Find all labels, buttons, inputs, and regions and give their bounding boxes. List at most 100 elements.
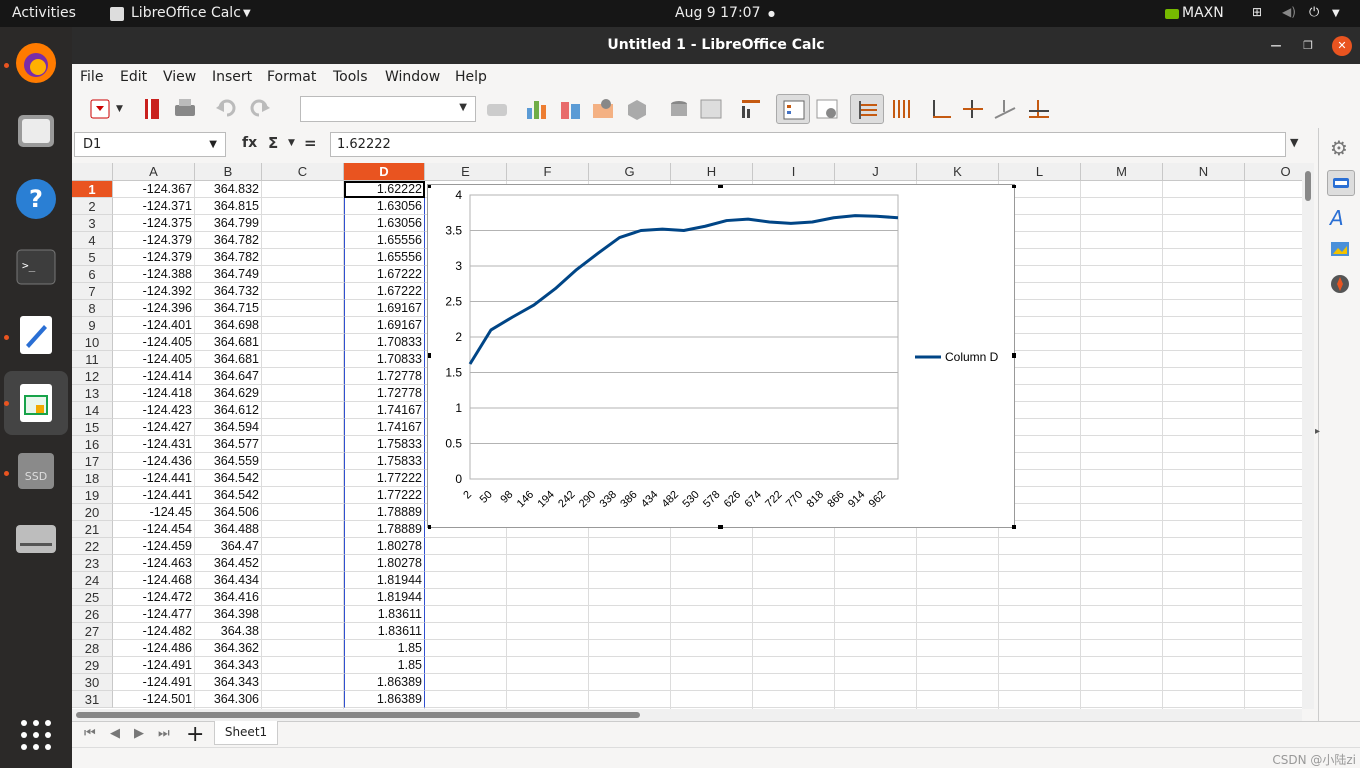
vertical-scrollbar[interactable] (1302, 163, 1314, 709)
row-header[interactable]: 22 (72, 538, 113, 555)
cell-l25[interactable] (999, 589, 1081, 606)
cell-k25[interactable] (917, 589, 999, 606)
cell-b31[interactable]: 364.306 (195, 691, 262, 708)
cell-b2[interactable]: 364.815 (195, 198, 262, 215)
cell-d7[interactable]: 1.67222 (344, 283, 425, 300)
cell-a19[interactable]: -124.441 (113, 487, 195, 504)
row-header[interactable]: 6 (72, 266, 113, 283)
cell-h28[interactable] (671, 640, 753, 657)
data-table-icon[interactable] (558, 96, 584, 122)
y-axis-icon[interactable] (992, 96, 1018, 122)
cell-c19[interactable] (262, 487, 344, 504)
cell-d10[interactable]: 1.70833 (344, 334, 425, 351)
column-header-i[interactable]: I (753, 163, 835, 181)
cell-f22[interactable] (507, 538, 589, 555)
row-header[interactable]: 1 (72, 181, 113, 198)
system-menu-chevron-icon[interactable]: ▼ (1332, 8, 1340, 19)
select-all-corner[interactable] (72, 163, 113, 181)
sheet-tab-sheet1[interactable]: Sheet1 (214, 721, 278, 745)
row-header[interactable]: 19 (72, 487, 113, 504)
cell-m14[interactable] (1081, 402, 1163, 419)
cell-o7[interactable] (1245, 283, 1302, 300)
cell-c25[interactable] (262, 589, 344, 606)
name-box[interactable]: D1 ▼ (74, 132, 226, 157)
cell-a21[interactable]: -124.454 (113, 521, 195, 538)
cell-h27[interactable] (671, 623, 753, 640)
chart-grid-icon[interactable] (698, 96, 724, 122)
cell-n26[interactable] (1163, 606, 1245, 623)
cell-o29[interactable] (1245, 657, 1302, 674)
cell-o8[interactable] (1245, 300, 1302, 317)
cell-a22[interactable]: -124.459 (113, 538, 195, 555)
minimize-icon[interactable]: — (1266, 36, 1286, 56)
firefox-icon[interactable] (12, 39, 60, 87)
cell-m3[interactable] (1081, 215, 1163, 232)
vertical-grid-icon[interactable] (888, 96, 914, 122)
cell-n14[interactable] (1163, 402, 1245, 419)
cell-f26[interactable] (507, 606, 589, 623)
cell-l31[interactable] (999, 691, 1081, 708)
cell-a3[interactable]: -124.375 (113, 215, 195, 232)
power-icon[interactable]: ⏻ (1309, 5, 1319, 20)
cell-o24[interactable] (1245, 572, 1302, 589)
cell-e29[interactable] (425, 657, 507, 674)
cell-n29[interactable] (1163, 657, 1245, 674)
cell-b18[interactable]: 364.542 (195, 470, 262, 487)
cell-o2[interactable] (1245, 198, 1302, 215)
cell-n18[interactable] (1163, 470, 1245, 487)
cell-b25[interactable]: 364.416 (195, 589, 262, 606)
cell-a12[interactable]: -124.414 (113, 368, 195, 385)
column-header-k[interactable]: K (917, 163, 999, 181)
print-icon[interactable] (172, 96, 198, 122)
cell-b23[interactable]: 364.452 (195, 555, 262, 572)
cell-b3[interactable]: 364.799 (195, 215, 262, 232)
cell-d28[interactable]: 1.85 (344, 640, 425, 657)
cell-c12[interactable] (262, 368, 344, 385)
menu-help[interactable]: Help (455, 69, 487, 85)
row-header[interactable]: 24 (72, 572, 113, 589)
cell-d29[interactable]: 1.85 (344, 657, 425, 674)
cell-l27[interactable] (999, 623, 1081, 640)
cell-k24[interactable] (917, 572, 999, 589)
cell-e27[interactable] (425, 623, 507, 640)
cell-m17[interactable] (1081, 453, 1163, 470)
cell-m26[interactable] (1081, 606, 1163, 623)
cell-d20[interactable]: 1.78889 (344, 504, 425, 521)
column-header-m[interactable]: M (1081, 163, 1163, 181)
cell-o18[interactable] (1245, 470, 1302, 487)
cell-k22[interactable] (917, 538, 999, 555)
cell-n31[interactable] (1163, 691, 1245, 708)
row-header[interactable]: 4 (72, 232, 113, 249)
cell-c14[interactable] (262, 402, 344, 419)
cell-e30[interactable] (425, 674, 507, 691)
cell-b13[interactable]: 364.629 (195, 385, 262, 402)
undo-icon[interactable] (214, 96, 240, 122)
cell-b17[interactable]: 364.559 (195, 453, 262, 470)
cell-h26[interactable] (671, 606, 753, 623)
cell-e23[interactable] (425, 555, 507, 572)
title-icon[interactable] (738, 96, 764, 122)
cell-b28[interactable]: 364.362 (195, 640, 262, 657)
formula-input[interactable]: 1.62222 (330, 132, 1286, 157)
cell-a25[interactable]: -124.472 (113, 589, 195, 606)
cell-n4[interactable] (1163, 232, 1245, 249)
cell-n7[interactable] (1163, 283, 1245, 300)
menu-tools[interactable]: Tools (333, 69, 368, 85)
cell-c28[interactable] (262, 640, 344, 657)
first-sheet-icon[interactable]: ⏮ (84, 726, 96, 741)
cell-b15[interactable]: 364.594 (195, 419, 262, 436)
column-header-e[interactable]: E (425, 163, 507, 181)
row-header[interactable]: 11 (72, 351, 113, 368)
cell-a30[interactable]: -124.491 (113, 674, 195, 691)
column-header-g[interactable]: G (589, 163, 671, 181)
cell-b8[interactable]: 364.715 (195, 300, 262, 317)
row-header[interactable]: 17 (72, 453, 113, 470)
expand-formula-icon[interactable]: ▼ (1290, 136, 1298, 149)
cell-a1[interactable]: -124.367 (113, 181, 195, 198)
cell-o6[interactable] (1245, 266, 1302, 283)
cell-b14[interactable]: 364.612 (195, 402, 262, 419)
cell-b1[interactable]: 364.832 (195, 181, 262, 198)
cell-o11[interactable] (1245, 351, 1302, 368)
cell-n15[interactable] (1163, 419, 1245, 436)
chart-element-select[interactable]: ▼ (300, 96, 476, 122)
